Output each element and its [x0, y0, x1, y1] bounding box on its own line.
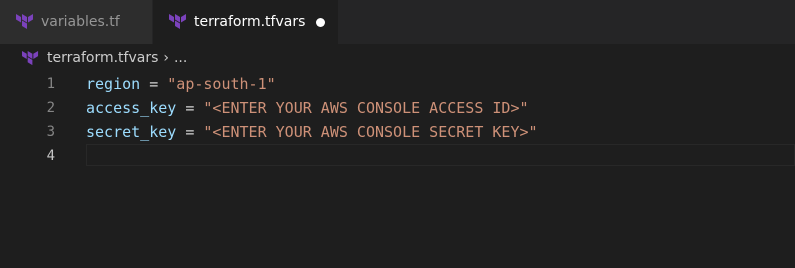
code-line[interactable]: 1 region = "ap-south-1": [0, 72, 795, 96]
code-operator: =: [176, 99, 204, 117]
code-key: secret_key: [86, 123, 177, 141]
code-line-current[interactable]: 4: [0, 144, 795, 168]
code-string: "<ENTER YOUR AWS CONSOLE ACCESS ID>": [203, 99, 529, 117]
tab-label: variables.tf: [41, 14, 120, 30]
code-line[interactable]: 2 access_key = "<ENTER YOUR AWS CONSOLE …: [0, 96, 795, 120]
line-number: 1: [46, 76, 55, 92]
code-key: access_key: [86, 99, 177, 117]
code-editor: variables.tf terraform.tfvars terraform.…: [0, 0, 795, 268]
terraform-icon: [22, 50, 39, 65]
code-operator: =: [140, 75, 168, 93]
breadcrumb-file[interactable]: terraform.tfvars: [47, 50, 158, 66]
chevron-right-icon: ›: [163, 50, 169, 66]
code-area[interactable]: 1 region = "ap-south-1" 2 access_key = "…: [0, 72, 795, 268]
line-number: 3: [46, 124, 55, 140]
tab-terraform-tfvars[interactable]: terraform.tfvars: [153, 0, 338, 44]
line-number: 4: [46, 148, 55, 164]
code-operator: =: [176, 123, 204, 141]
tab-bar: variables.tf terraform.tfvars: [0, 0, 795, 44]
tab-variables-tf[interactable]: variables.tf: [0, 0, 152, 44]
code-text: secret_key = "<ENTER YOUR AWS CONSOLE SE…: [86, 123, 538, 141]
line-number: 2: [46, 100, 55, 116]
current-line-highlight: [86, 144, 795, 166]
tab-label: terraform.tfvars: [194, 14, 306, 30]
code-string: "<ENTER YOUR AWS CONSOLE SECRET KEY>": [203, 123, 538, 141]
terraform-icon: [16, 14, 33, 29]
terraform-icon: [169, 14, 186, 29]
code-text: region = "ap-south-1": [86, 75, 276, 93]
unsaved-dot-icon[interactable]: [316, 18, 325, 27]
code-key: region: [86, 75, 141, 93]
code-line[interactable]: 3 secret_key = "<ENTER YOUR AWS CONSOLE …: [0, 120, 795, 144]
breadcrumb-more[interactable]: ...: [174, 50, 187, 66]
breadcrumb: terraform.tfvars › ...: [0, 44, 795, 72]
code-string: "ap-south-1": [167, 75, 276, 93]
code-text: access_key = "<ENTER YOUR AWS CONSOLE AC…: [86, 99, 529, 117]
